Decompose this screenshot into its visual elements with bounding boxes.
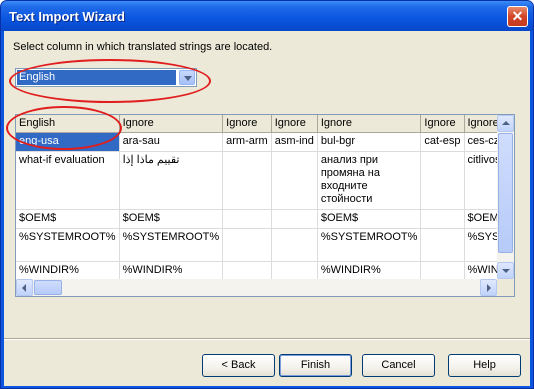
title-bar[interactable]: Text Import Wizard ✕ <box>1 1 533 31</box>
table-row: $OEM$ $OEM$ $OEM$ $OEM$ <box>16 209 497 229</box>
column-header[interactable]: Ignore <box>317 115 422 133</box>
table-cell[interactable] <box>271 228 318 262</box>
divider <box>4 338 530 340</box>
table-cell[interactable]: $OEM$ <box>119 209 224 229</box>
table-row: %SYSTEMROOT% %SYSTEMROOT% %SYSTEMROOT% %… <box>16 228 497 262</box>
column-header[interactable]: Ignore <box>464 115 497 133</box>
scroll-left-icon[interactable] <box>16 279 33 296</box>
preview-grid: English Ignore Ignore Ignore Ignore Igno… <box>15 114 515 297</box>
column-header[interactable]: English <box>16 115 120 133</box>
dialog-body: Select column in which translated string… <box>4 31 530 386</box>
chevron-down-icon[interactable] <box>179 70 195 85</box>
table-cell[interactable]: bul-bgr <box>317 132 422 152</box>
table-cell[interactable]: cat-esp <box>420 132 465 152</box>
table-cell[interactable]: анализ при промяна на входните стойности <box>317 151 422 210</box>
scroll-right-icon[interactable] <box>480 279 497 296</box>
column-header[interactable]: Ignore <box>222 115 272 133</box>
table-cell[interactable]: %WINDIR% <box>317 261 422 279</box>
table-cell[interactable]: $OEM$ <box>16 209 120 229</box>
table-cell[interactable] <box>420 228 465 262</box>
table-cell[interactable]: $OEM$ <box>464 209 497 229</box>
table-cell[interactable]: %SYSTE <box>464 228 497 262</box>
table-cell[interactable] <box>222 261 272 279</box>
cancel-button[interactable]: Cancel <box>362 354 435 377</box>
table-cell[interactable] <box>222 209 272 229</box>
horizontal-scroll-thumb[interactable] <box>34 280 62 295</box>
scrollbar-corner <box>497 279 514 296</box>
instruction-label: Select column in which translated string… <box>13 41 273 53</box>
table-row: what-if evaluation تقييم ماذا إذا анализ… <box>16 151 497 210</box>
column-header[interactable]: Ignore <box>119 115 224 133</box>
table-row: %WINDIR% %WINDIR% %WINDIR% %WINDI <box>16 261 497 279</box>
table-cell[interactable]: %SYSTEMROOT% <box>119 228 224 262</box>
table-cell[interactable]: ces-cze <box>464 132 497 152</box>
table-cell[interactable]: $OEM$ <box>317 209 422 229</box>
table-cell[interactable]: asm-ind <box>271 132 318 152</box>
table-cell[interactable]: %WINDIR% <box>119 261 224 279</box>
back-button[interactable]: < Back <box>202 354 275 377</box>
table-cell[interactable] <box>271 261 318 279</box>
header-row: English Ignore Ignore Ignore Ignore Igno… <box>16 115 497 133</box>
vertical-scrollbar[interactable] <box>497 115 514 279</box>
grid-viewport: English Ignore Ignore Ignore Ignore Igno… <box>16 115 497 279</box>
scroll-down-icon[interactable] <box>497 262 514 279</box>
table-cell[interactable]: %SYSTEMROOT% <box>317 228 422 262</box>
vertical-scroll-thumb[interactable] <box>498 133 513 253</box>
wizard-window: Text Import Wizard ✕ Select column in wh… <box>0 0 534 389</box>
table-cell[interactable]: eng-usa <box>16 132 120 152</box>
table-cell[interactable]: citlivostn <box>464 151 497 210</box>
table-row: eng-usa ara-sau arm-arm asm-ind bul-bgr … <box>16 132 497 152</box>
preview-table: English Ignore Ignore Ignore Ignore Igno… <box>16 115 497 279</box>
table-cell[interactable]: %SYSTEMROOT% <box>16 228 120 262</box>
table-cell[interactable] <box>271 209 318 229</box>
column-select-value: English <box>17 70 176 85</box>
table-cell[interactable] <box>420 261 465 279</box>
column-select[interactable]: English <box>15 68 197 87</box>
table-cell[interactable]: %WINDIR% <box>16 261 120 279</box>
table-cell[interactable] <box>222 151 272 210</box>
finish-button[interactable]: Finish <box>279 354 352 377</box>
help-button[interactable]: Help <box>448 354 521 377</box>
column-header[interactable]: Ignore <box>271 115 318 133</box>
column-header[interactable]: Ignore <box>420 115 465 133</box>
table-cell[interactable]: what-if evaluation <box>16 151 120 210</box>
table-cell[interactable]: تقييم ماذا إذا <box>119 151 224 210</box>
table-cell[interactable] <box>420 209 465 229</box>
close-button[interactable]: ✕ <box>507 6 528 27</box>
table-cell[interactable]: ara-sau <box>119 132 224 152</box>
window-title: Text Import Wizard <box>9 9 125 24</box>
table-cell[interactable]: %WINDI <box>464 261 497 279</box>
table-cell[interactable] <box>222 228 272 262</box>
horizontal-scrollbar[interactable] <box>16 279 497 296</box>
table-cell[interactable]: arm-arm <box>222 132 272 152</box>
table-cell[interactable] <box>420 151 465 210</box>
table-cell[interactable] <box>271 151 318 210</box>
scroll-up-icon[interactable] <box>497 115 514 132</box>
